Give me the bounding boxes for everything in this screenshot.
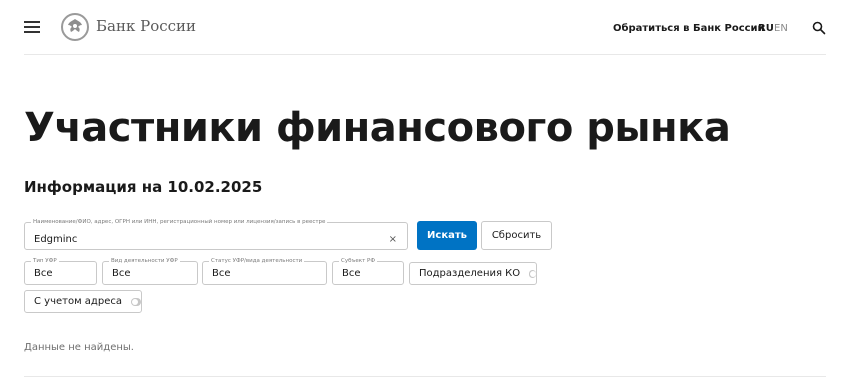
ufr-type-select[interactable]: Тип УФР Все	[24, 257, 97, 285]
reset-button[interactable]: Сбросить	[481, 221, 552, 250]
bank-emblem-icon[interactable]	[61, 13, 89, 41]
no-results-message: Данные не найдены.	[24, 342, 134, 353]
search-icon[interactable]	[812, 20, 826, 35]
activity-type-label: Вид деятельности УФР	[109, 257, 180, 265]
ko-divisions-label: Подразделения КО	[419, 267, 521, 279]
with-address-switch[interactable]	[130, 297, 141, 306]
region-value: Все	[342, 268, 361, 279]
region-label: Субъект РФ	[339, 257, 378, 265]
language-ru-link[interactable]: RU	[758, 22, 774, 36]
with-address-toggle[interactable]: С учетом адреса	[24, 290, 142, 313]
menu-icon[interactable]	[24, 21, 40, 33]
search-input-value[interactable]: Edgminc	[34, 233, 77, 247]
status-select[interactable]: Статус УФР/вида деятельности Все	[202, 257, 327, 285]
search-input[interactable]: Наименование/ФИО, адрес, ОГРН или ИНН, р…	[24, 218, 408, 250]
search-input-label: Наименование/ФИО, адрес, ОГРН или ИНН, р…	[31, 218, 328, 226]
page-title: Участники финансового рынка	[24, 105, 731, 151]
ko-divisions-switch[interactable]	[529, 269, 536, 278]
site-header: Банк России Обратиться в Банк России RU …	[24, 0, 826, 55]
language-en-link[interactable]: EN	[774, 22, 788, 36]
ko-divisions-toggle[interactable]: Подразделения КО	[409, 262, 537, 285]
contact-bank-link[interactable]: Обратиться в Банк России	[613, 22, 765, 36]
status-value: Все	[212, 268, 231, 279]
clear-search-icon[interactable]: ×	[389, 233, 397, 247]
divider	[24, 376, 826, 377]
with-address-label: С учетом адреса	[34, 295, 122, 307]
status-label: Статус УФР/вида деятельности	[209, 257, 305, 265]
activity-type-select[interactable]: Вид деятельности УФР Все	[102, 257, 198, 285]
bank-logo-text[interactable]: Банк России	[96, 16, 196, 36]
search-button[interactable]: Искать	[417, 221, 477, 250]
region-select[interactable]: Субъект РФ Все	[332, 257, 404, 285]
info-date-heading: Информация на 10.02.2025	[24, 178, 263, 196]
ufr-type-value: Все	[34, 268, 53, 279]
activity-type-value: Все	[112, 268, 131, 279]
ufr-type-label: Тип УФР	[31, 257, 59, 265]
